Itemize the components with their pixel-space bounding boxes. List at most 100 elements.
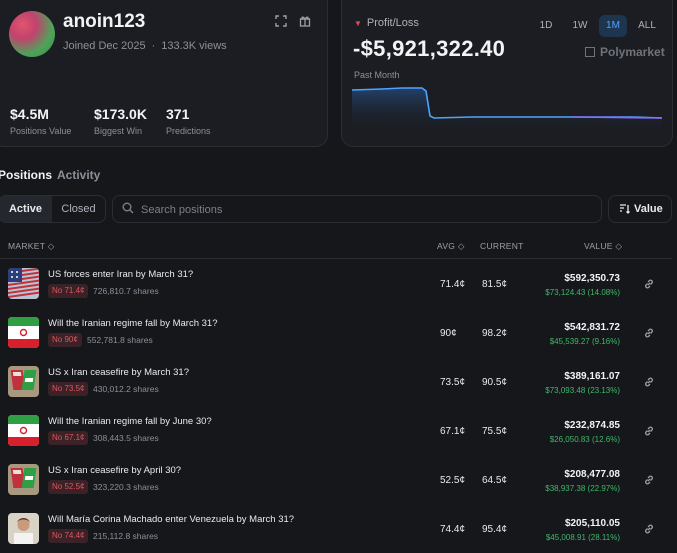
sort-button[interactable]: Value xyxy=(608,195,672,223)
search-input[interactable] xyxy=(141,200,581,220)
header-avg[interactable]: AVG ◇ xyxy=(437,241,465,252)
stat-label: Positions Value xyxy=(10,126,72,136)
shares-count: 215,112.8 shares xyxy=(93,531,159,541)
market-title[interactable]: US x Iran ceasefire by April 30? xyxy=(48,465,181,476)
shares-count: 726,810.7 shares xyxy=(93,286,159,296)
link-icon[interactable] xyxy=(643,327,655,339)
position-change: $73,093.48 (23.13%) xyxy=(545,386,620,395)
sort-label: Value xyxy=(634,203,663,215)
header-value-label: VALUE xyxy=(584,241,613,251)
polymarket-brand: Polymarket xyxy=(585,45,665,59)
position-value: $232,874.85 xyxy=(564,420,620,431)
position-change: $45,539.27 (9.16%) xyxy=(549,337,620,346)
pnl-card: ▼ Profit/Loss -$5,921,322.40 Past Month 1… xyxy=(341,0,673,147)
position-value: $205,110.05 xyxy=(564,518,620,529)
pnl-area xyxy=(352,88,662,133)
avg-price: 74.4¢ xyxy=(440,524,466,535)
current-price: 90.5¢ xyxy=(482,377,508,388)
market-thumbnail xyxy=(8,513,39,544)
filter-active-button[interactable]: Active xyxy=(0,196,52,222)
polymarket-logo-icon xyxy=(585,47,595,57)
range-1m-button[interactable]: 1M xyxy=(599,15,627,37)
market-thumbnail xyxy=(8,415,39,446)
table-row[interactable]: Will the Iranian regime fall by March 31… xyxy=(0,308,672,357)
avg-price: 90¢ xyxy=(440,328,457,339)
range-all-button[interactable]: ALL xyxy=(633,15,661,37)
avg-price: 71.4¢ xyxy=(440,279,466,290)
shares-count: 308,443.5 shares xyxy=(93,433,159,443)
pnl-period: Past Month xyxy=(354,70,400,80)
stat-label: Predictions xyxy=(166,126,211,136)
username: anoin123 xyxy=(63,11,146,32)
sort-icon xyxy=(620,204,630,214)
pnl-chart xyxy=(352,87,663,133)
avatar xyxy=(9,11,55,57)
market-title[interactable]: Will the Iranian regime fall by June 30? xyxy=(48,416,212,427)
position-change: $26,050.83 (12.6%) xyxy=(549,435,620,444)
sort-diamond-icon: ◇ xyxy=(457,241,465,251)
avg-price: 73.5¢ xyxy=(440,377,466,388)
sort-diamond-icon: ◇ xyxy=(615,241,623,251)
shares-count: 323,220.3 shares xyxy=(93,482,159,492)
current-price: 64.5¢ xyxy=(482,475,508,486)
header-avg-label: AVG xyxy=(437,241,456,251)
current-price: 95.4¢ xyxy=(482,524,508,535)
position-change: $73,124.43 (14.08%) xyxy=(545,288,620,297)
market-thumbnail xyxy=(8,317,39,348)
current-price: 81.5¢ xyxy=(482,279,508,290)
avg-price: 52.5¢ xyxy=(440,475,466,486)
table-row[interactable]: Will the Iranian regime fall by June 30?… xyxy=(0,406,672,455)
position-value: $208,477.08 xyxy=(564,469,620,480)
pnl-label-text: Profit/Loss xyxy=(366,17,419,29)
market-title[interactable]: US forces enter Iran by March 31? xyxy=(48,269,193,280)
expand-icon[interactable] xyxy=(273,15,289,31)
range-1d-button[interactable]: 1D xyxy=(534,15,558,37)
stat-value: $173.0K xyxy=(94,106,147,122)
position-value: $542,831.72 xyxy=(564,322,620,333)
shares-count: 430,012.2 shares xyxy=(93,384,159,394)
market-thumbnail xyxy=(8,464,39,495)
header-current[interactable]: CURRENT xyxy=(480,241,524,251)
header-market-label: MARKET xyxy=(8,241,46,251)
link-icon[interactable] xyxy=(643,376,655,388)
header-market[interactable]: MARKET ◇ xyxy=(8,241,55,252)
outcome-pill: No 71.4¢ xyxy=(48,284,89,298)
shares-count: 552,781.8 shares xyxy=(87,335,153,345)
profile-card: anoin123 Joined Dec 2025 · 133.3K views $4… xyxy=(0,0,328,147)
market-title[interactable]: Will the Iranian regime fall by March 31… xyxy=(48,318,218,329)
stat-biggest-win: $173.0K Biggest Win xyxy=(94,106,147,136)
view-count: 133.3K views xyxy=(161,40,227,52)
range-1w-button[interactable]: 1W xyxy=(566,15,594,37)
stat-label: Biggest Win xyxy=(94,126,143,136)
header-value[interactable]: VALUE ◇ xyxy=(584,241,622,252)
table-row[interactable]: Will María Corina Machado enter Venezuel… xyxy=(0,504,672,553)
position-change: $45,008.91 (28.11%) xyxy=(545,533,620,542)
market-title[interactable]: Will María Corina Machado enter Venezuel… xyxy=(48,514,294,525)
link-icon[interactable] xyxy=(643,278,655,290)
current-price: 98.2¢ xyxy=(482,328,508,339)
gift-icon[interactable] xyxy=(297,15,313,31)
outcome-pill: No 67.1¢ xyxy=(48,431,89,445)
sort-diamond-icon: ◇ xyxy=(47,241,55,251)
link-icon[interactable] xyxy=(643,474,655,486)
filter-closed-button[interactable]: Closed xyxy=(52,196,105,222)
pnl-line-tail xyxy=(571,116,663,119)
current-price: 75.5¢ xyxy=(482,426,508,437)
stat-predictions: 371 Predictions xyxy=(166,106,211,136)
link-icon[interactable] xyxy=(643,523,655,535)
down-triangle-icon: ▼ xyxy=(354,19,362,28)
position-change: $38,937.38 (22.97%) xyxy=(545,484,620,493)
table-row[interactable]: US x Iran ceasefire by April 30? No 52.5¢… xyxy=(0,455,672,504)
link-icon[interactable] xyxy=(643,425,655,437)
tab-activity[interactable]: Activity xyxy=(57,168,100,182)
search-icon xyxy=(122,202,134,214)
brand-name: Polymarket xyxy=(600,45,665,59)
table-row[interactable]: US forces enter Iran by March 31? No 71.4… xyxy=(0,259,672,308)
outcome-pill: No 90¢ xyxy=(48,333,82,347)
tab-positions[interactable]: Positions xyxy=(0,168,52,182)
outcome-pill: No 73.5¢ xyxy=(48,382,89,396)
market-title[interactable]: US x Iran ceasefire by March 31? xyxy=(48,367,189,378)
stat-value: 371 xyxy=(166,106,190,122)
position-value: $592,350.73 xyxy=(564,273,620,284)
table-row[interactable]: US x Iran ceasefire by March 31? No 73.5¢… xyxy=(0,357,672,406)
